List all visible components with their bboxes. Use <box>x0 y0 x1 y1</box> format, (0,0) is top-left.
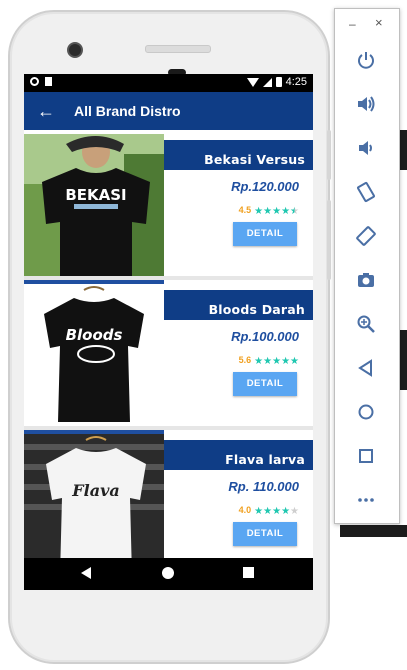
front-camera <box>67 42 83 58</box>
star-icon: ★ <box>272 206 282 217</box>
minimize-button[interactable]: – <box>349 17 356 31</box>
detail-button[interactable]: DETAIL <box>233 222 297 246</box>
star-icon: ★ <box>272 506 282 517</box>
product-name: Flava larva <box>225 452 305 467</box>
nav-home-icon[interactable] <box>162 567 174 579</box>
notification-icon <box>30 77 39 86</box>
close-button[interactable]: × <box>375 15 383 30</box>
page-title: All Brand Distro <box>74 103 181 119</box>
rotate-left-icon[interactable] <box>353 179 379 205</box>
product-list[interactable]: BEKASI Bekasi Versus Rp.120.000 4.5 ★★★★… <box>24 130 313 558</box>
star-icon: ★ <box>272 356 282 367</box>
product-rating: 5.6 ★★★★★ <box>239 351 299 369</box>
svg-text:Bloods: Bloods <box>66 326 123 344</box>
product-title-bar: Bekasi Versus <box>164 130 313 170</box>
rating-value: 4.5 <box>238 205 252 215</box>
status-bar: 4:25 <box>24 74 313 92</box>
phone-screen: 4:25 ← All Brand Distro BEKASI Bekasi Ve… <box>24 74 313 590</box>
star-icon: ★ <box>281 206 291 217</box>
volume-side-button <box>327 200 331 280</box>
product-rating: 4.5 ★★★★★ <box>239 201 299 219</box>
zoom-icon[interactable] <box>353 311 379 337</box>
battery-icon <box>275 77 282 87</box>
rating-value: 4.0 <box>238 505 252 515</box>
background-shape <box>340 525 407 537</box>
product-title-bar: Flava larva <box>164 430 313 470</box>
svg-text:Flava: Flava <box>71 481 119 500</box>
star-icon: ★ <box>254 506 264 517</box>
home-icon[interactable] <box>353 399 379 425</box>
emulator-toolbar: – × <box>334 8 400 524</box>
star-icon: ★ <box>281 356 291 367</box>
product-price: Rp.100.000 <box>231 329 299 344</box>
more-icon[interactable] <box>353 487 379 513</box>
status-time: 4:25 <box>285 76 307 88</box>
star-icon: ★ <box>263 206 273 217</box>
star-rating-icons: ★★★★★ <box>254 201 299 219</box>
back-arrow-icon[interactable]: ← <box>34 99 58 123</box>
product-name: Bekasi Versus <box>204 152 305 167</box>
product-card[interactable]: BEKASI Bekasi Versus Rp.120.000 4.5 ★★★★… <box>24 130 313 276</box>
sd-card-icon <box>45 77 52 86</box>
star-rating-icons: ★★★★★ <box>254 351 299 369</box>
star-icon: ★ <box>254 356 264 367</box>
product-card[interactable]: Bloods Bloods Darah Rp.100.000 5.6 ★★★★★… <box>24 280 313 426</box>
rating-value: 5.6 <box>238 355 252 365</box>
camera-icon[interactable] <box>353 267 379 293</box>
detail-button[interactable]: DETAIL <box>233 522 297 546</box>
app-bar: ← All Brand Distro <box>24 92 313 130</box>
power-side-button <box>327 130 331 180</box>
nav-recents-icon[interactable] <box>243 567 254 578</box>
star-icon: ★ <box>263 356 273 367</box>
volume-up-icon[interactable] <box>353 91 379 117</box>
signal-icon <box>262 77 272 87</box>
star-icon: ★ <box>281 506 291 517</box>
product-price: Rp. 110.000 <box>228 479 299 494</box>
earpiece-speaker <box>145 45 211 53</box>
star-icon: ★ <box>263 506 273 517</box>
rotate-right-icon[interactable] <box>353 223 379 249</box>
product-price: Rp.120.000 <box>231 179 299 194</box>
detail-button[interactable]: DETAIL <box>233 372 297 396</box>
nav-back-icon[interactable] <box>81 567 91 579</box>
star-rating-icons: ★★★★★ <box>254 501 299 519</box>
star-icon: ★ <box>254 206 264 217</box>
product-image: Bloods <box>24 284 164 426</box>
star-icon: ★ <box>290 356 299 367</box>
product-rating: 4.0 ★★★★★ <box>239 501 299 519</box>
product-card[interactable]: Flava Flava larva Rp. 110.000 4.0 ★★★★★ … <box>24 430 313 558</box>
wifi-icon <box>246 77 259 87</box>
overview-icon[interactable] <box>353 443 379 469</box>
back-icon[interactable] <box>353 355 379 381</box>
product-image: Flava <box>24 434 164 558</box>
volume-down-icon[interactable] <box>353 135 379 161</box>
product-image: BEKASI <box>24 134 164 276</box>
power-icon[interactable] <box>353 47 379 73</box>
product-name: Bloods Darah <box>208 302 305 317</box>
star-icon: ★ <box>290 206 299 217</box>
product-title-bar: Bloods Darah <box>164 280 313 320</box>
svg-text:BEKASI: BEKASI <box>65 186 126 204</box>
android-nav-bar <box>24 558 313 590</box>
star-icon: ★ <box>290 506 299 517</box>
